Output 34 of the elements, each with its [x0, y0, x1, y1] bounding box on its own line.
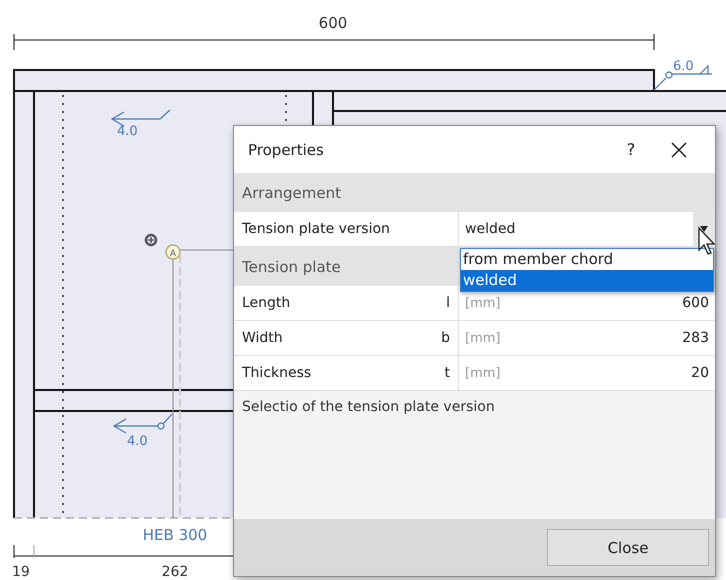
- node-marker: [165, 244, 181, 260]
- weld-label: 4.0: [127, 434, 148, 449]
- property-symbol: t: [444, 365, 450, 381]
- unit-label: [mm]: [465, 366, 500, 380]
- property-symbol: b: [441, 330, 450, 346]
- property-value[interactable]: 283: [682, 330, 709, 346]
- dropdown-option[interactable]: welded: [461, 270, 713, 291]
- close-icon[interactable]: [669, 140, 689, 160]
- property-label: Thickness: [242, 365, 312, 381]
- dimension-label: 19: [12, 564, 30, 580]
- dimension-label: 262: [162, 564, 188, 580]
- caret-icon: [700, 226, 708, 232]
- section-header: Arrangement: [234, 173, 715, 212]
- property-value[interactable]: 20: [691, 365, 709, 381]
- dropdown-option[interactable]: from member chord: [461, 249, 713, 270]
- property-label: Tension plate version: [242, 221, 390, 237]
- unit-label: [mm]: [465, 296, 500, 310]
- weld-symbol-icon: [110, 110, 170, 127]
- description-text: Selectio of the tension plate version: [242, 399, 495, 415]
- weld-symbol-icon: [112, 414, 172, 434]
- weld-label: 6.0: [673, 59, 694, 74]
- weld-label: 4.0: [117, 124, 138, 139]
- unit-label: [mm]: [465, 330, 500, 346]
- dimension-label: 600: [318, 14, 348, 32]
- property-value[interactable]: 600: [682, 295, 709, 311]
- property-label: Length: [242, 295, 290, 311]
- help-button[interactable]: ?: [601, 140, 661, 159]
- profile-label: HEB 300: [142, 526, 208, 544]
- dialog-title: Properties: [248, 140, 325, 158]
- node-label: A: [170, 249, 176, 259]
- property-symbol: l: [446, 295, 450, 311]
- property-label: Width: [242, 330, 283, 346]
- close-button[interactable]: Close: [547, 529, 709, 566]
- plus-icon: [144, 234, 158, 246]
